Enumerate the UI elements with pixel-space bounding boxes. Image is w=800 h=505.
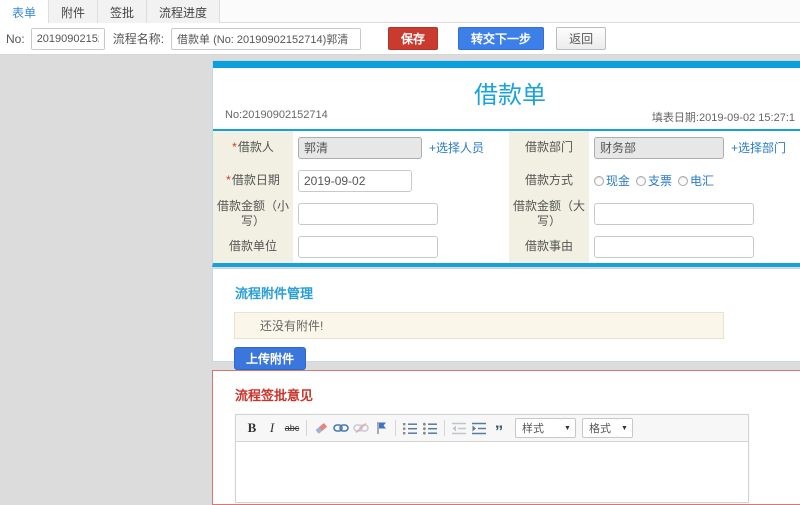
tab-approval[interactable]: 签批	[98, 0, 148, 23]
outdent-icon[interactable]	[449, 418, 469, 438]
forward-next-step-button[interactable]: 转交下一步	[458, 27, 545, 50]
form-title: 借款单	[474, 82, 546, 109]
tab-process-progress[interactable]: 流程进度	[147, 0, 221, 23]
process-name-label: 流程名称:	[112, 32, 165, 46]
format-dropdown-arrow-icon[interactable]: ▼	[617, 418, 633, 438]
no-label: No:	[6, 31, 25, 46]
amount-upper-input[interactable]	[594, 202, 754, 225]
attachment-panel: 流程附件管理 还没有附件! 上传附件	[212, 268, 800, 370]
form-header-bar	[213, 61, 800, 68]
no-input[interactable]	[30, 27, 105, 50]
approval-section-title: 流程签批意见	[235, 388, 314, 403]
no-attachment-message: 还没有附件!	[234, 312, 724, 339]
process-name-input[interactable]	[171, 27, 362, 50]
editor-content-area[interactable]	[236, 442, 748, 502]
radio-circle-icon	[678, 175, 689, 186]
loan-date-input[interactable]	[298, 169, 412, 192]
radio-cash[interactable]: 现金	[594, 172, 630, 189]
indent-icon[interactable]	[469, 418, 489, 438]
loan-method-radio-group: 现金 支票 电汇	[594, 172, 720, 189]
bold-icon[interactable]: B	[242, 418, 262, 438]
style-dropdown[interactable]: 样式	[515, 418, 561, 438]
loan-reason-label: 借款事由	[509, 230, 589, 263]
radio-circle-icon	[636, 175, 647, 186]
loan-form-panel: 借款单 No:20190902152714 填表日期:2019-09-02 15…	[212, 60, 800, 267]
page-background: 借款单 No:20190902152714 填表日期:2019-09-02 15…	[0, 55, 800, 505]
blockquote-icon[interactable]: ”	[489, 418, 509, 440]
bulleted-list-icon[interactable]	[420, 418, 440, 438]
required-mark: *	[232, 140, 237, 154]
toolbar-separator	[306, 420, 307, 436]
anchor-flag-icon[interactable]	[371, 418, 391, 438]
editor-toolbar: B I abc ” 样式 ▼ 格式 ▼	[236, 415, 748, 442]
rich-text-editor: B I abc ” 样式 ▼ 格式 ▼	[235, 414, 749, 503]
approval-panel: 流程签批意见 B I abc ” 样式 ▼ 格式 ▼	[212, 370, 800, 505]
loan-unit-label: 借款单位	[213, 230, 293, 263]
radio-circle-icon	[594, 175, 604, 186]
form-date-text: 填表日期:2019-09-02 15:27:1	[651, 112, 795, 124]
radio-wire-transfer[interactable]: 电汇	[678, 172, 714, 189]
loan-reason-input[interactable]	[594, 235, 754, 258]
form-grid: * 借款人 +选择人员 借款部门 +选择部门 * 借款日期	[213, 131, 800, 263]
ordered-list-icon[interactable]	[400, 418, 420, 438]
amount-upper-label: 借款金额（大写）	[509, 197, 589, 230]
toolbar-separator	[395, 420, 396, 436]
radio-cheque[interactable]: 支票	[636, 172, 672, 189]
toolbar-separator	[444, 420, 445, 436]
attachment-section-title: 流程附件管理	[235, 286, 314, 301]
command-bar: No: 流程名称: 保存 转交下一步 返回	[0, 23, 800, 55]
select-person-link[interactable]: +选择人员	[429, 139, 484, 156]
department-input[interactable]	[594, 136, 724, 159]
form-no-text: No:20190902152714	[225, 109, 328, 121]
italic-icon[interactable]: I	[262, 418, 282, 438]
loan-date-label: * 借款日期	[213, 164, 293, 197]
back-button[interactable]: 返回	[556, 27, 607, 50]
style-dropdown-arrow-icon[interactable]: ▼	[560, 418, 576, 438]
loan-method-label: 借款方式	[509, 164, 589, 197]
borrower-label: * 借款人	[213, 131, 293, 164]
format-dropdown[interactable]: 格式	[582, 418, 618, 438]
loan-unit-input[interactable]	[298, 235, 438, 258]
save-button[interactable]: 保存	[388, 27, 439, 50]
department-label: 借款部门	[509, 131, 589, 164]
required-mark: *	[226, 173, 231, 187]
select-department-link[interactable]: +选择部门	[731, 139, 786, 156]
amount-lower-label: 借款金额（小写）	[213, 197, 293, 230]
module-tabbar: 表单 附件 签批 流程进度	[0, 0, 800, 23]
remove-format-icon[interactable]	[311, 418, 331, 438]
tab-form[interactable]: 表单	[0, 0, 50, 23]
unlink-icon[interactable]	[351, 418, 371, 438]
tab-attachment[interactable]: 附件	[49, 0, 99, 23]
upload-attachment-button[interactable]: 上传附件	[234, 347, 307, 370]
link-icon[interactable]	[331, 418, 351, 438]
amount-lower-input[interactable]	[298, 202, 438, 225]
strikethrough-icon[interactable]: abc	[282, 418, 302, 438]
borrower-input[interactable]	[298, 136, 422, 159]
